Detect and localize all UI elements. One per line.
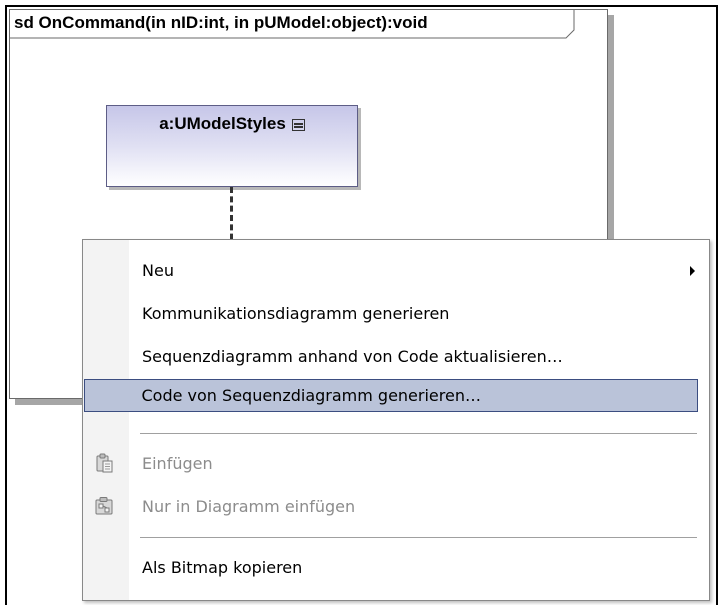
menu-item-label: Code von Sequenzdiagramm generieren… <box>141 385 481 405</box>
menu-item-label: Kommunikationsdiagramm generieren <box>142 304 450 323</box>
lifeline-head[interactable]: a:UModelStyles <box>106 105 358 187</box>
menu-item-copy-as-bitmap[interactable]: Als Bitmap kopieren <box>84 551 698 584</box>
menu-item-label: Neu <box>142 261 174 280</box>
submenu-arrow-icon <box>690 266 695 276</box>
menu-separator <box>140 433 697 435</box>
context-menu: Neu Kommunikationsdiagramm generieren Se… <box>82 239 710 601</box>
lifeline-title: a:UModelStyles <box>107 114 357 134</box>
menu-item-paste-diagram-only[interactable]: Nur in Diagramm einfügen <box>84 490 698 523</box>
paste-icon <box>96 453 113 473</box>
paste-diagram-icon <box>95 497 113 515</box>
frame-title: sd OnCommand(in nID:int, in pUModel:obje… <box>10 10 442 36</box>
menu-item-label: Als Bitmap kopieren <box>142 558 303 577</box>
menu-item-update-sequence-diagram[interactable]: Sequenzdiagramm anhand von Code aktualis… <box>84 340 698 373</box>
menu-item-label: Einfügen <box>142 454 213 473</box>
menu-item-generate-communication-diagram[interactable]: Kommunikationsdiagramm generieren <box>84 297 698 330</box>
menu-item-neu[interactable]: Neu <box>84 254 698 287</box>
menu-item-paste[interactable]: Einfügen <box>84 447 698 480</box>
lifeline-label: a:UModelStyles <box>159 114 286 133</box>
menu-item-label: Sequenzdiagramm anhand von Code aktualis… <box>142 347 563 366</box>
compartment-icon[interactable] <box>291 119 305 131</box>
menu-icon-gutter <box>83 240 129 600</box>
menu-item-generate-code[interactable]: Code von Sequenzdiagramm generieren… <box>84 379 698 412</box>
menu-separator <box>140 537 697 539</box>
menu-item-label: Nur in Diagramm einfügen <box>142 497 356 516</box>
